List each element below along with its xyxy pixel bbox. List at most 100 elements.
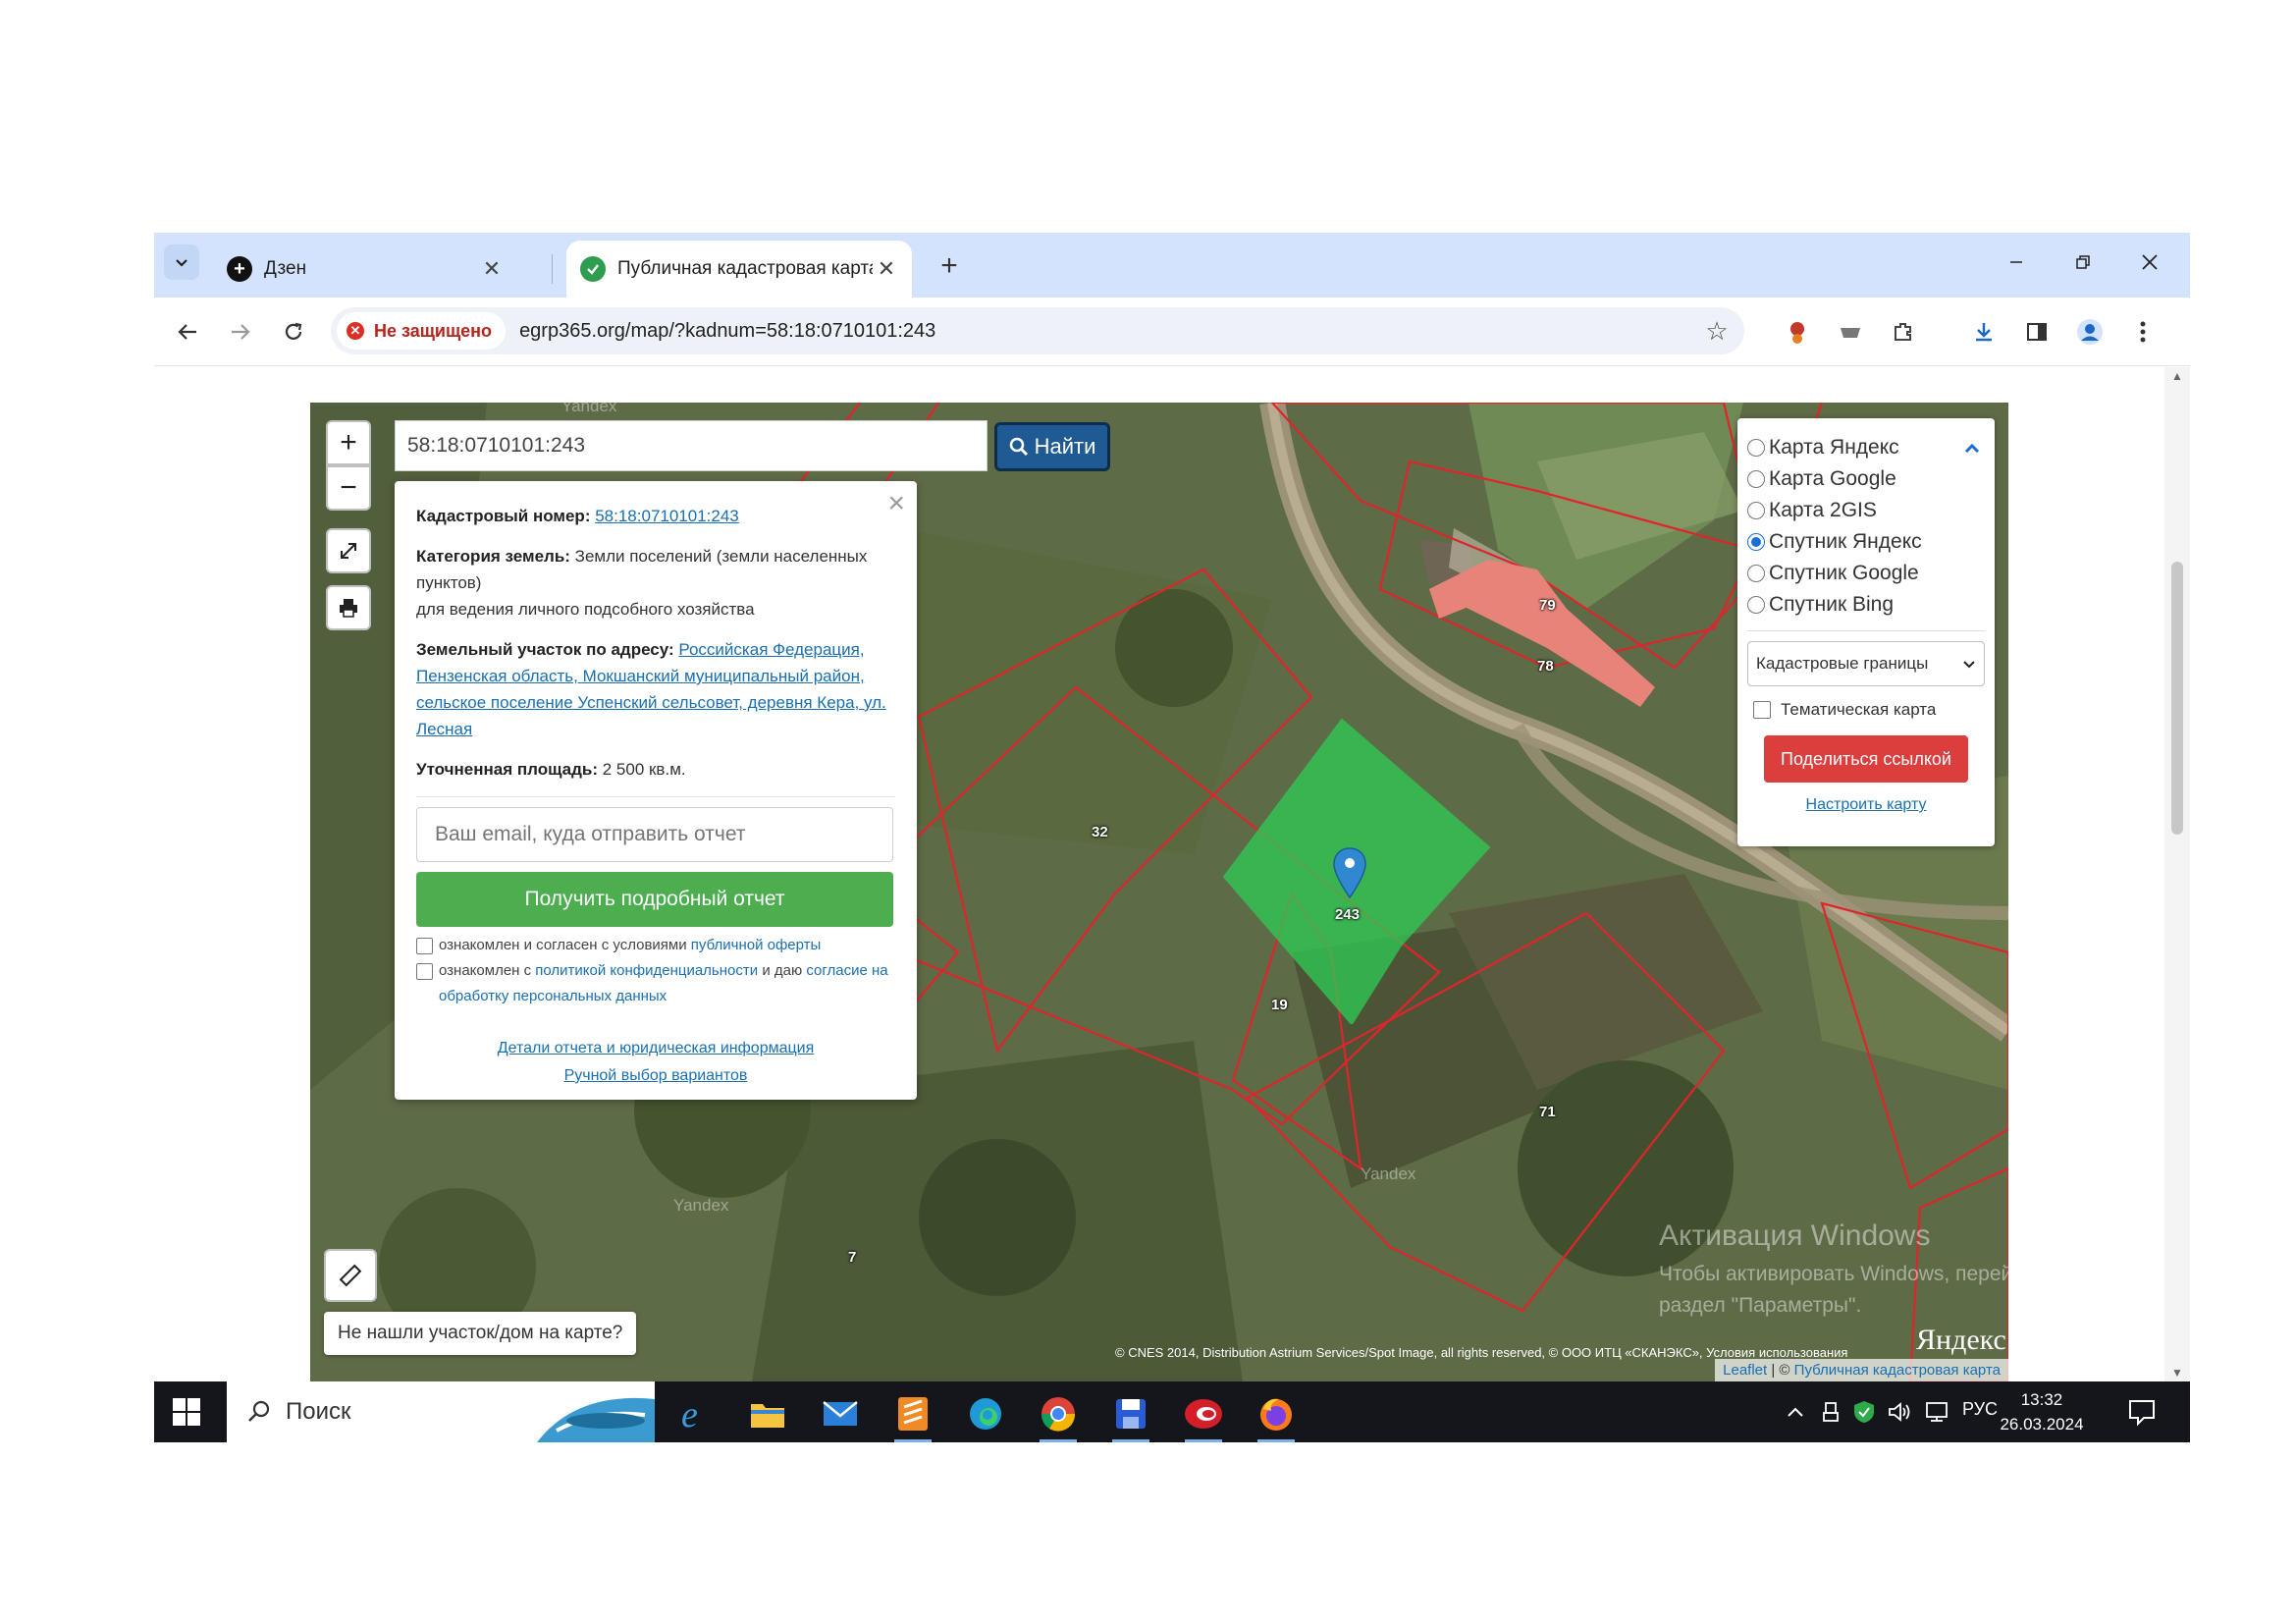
radio-button[interactable] (1747, 565, 1765, 582)
consent-offer-row: ознакомлен и согласен с условиями публич… (416, 933, 895, 958)
cadastral-search-input[interactable] (395, 420, 988, 471)
extension-icon[interactable] (1833, 314, 1868, 350)
language-indicator[interactable]: РУС (1962, 1399, 1998, 1420)
radio-button[interactable] (1747, 470, 1765, 488)
imagery-copyright: © CNES 2014, Distribution Astrium Servic… (1115, 1345, 1848, 1360)
notification-icon[interactable] (2127, 1397, 2157, 1427)
dzen-icon: + (227, 256, 252, 282)
layer-option-google-satellite[interactable]: Спутник Google (1747, 558, 1985, 589)
taskbar-edge-icon[interactable] (955, 1389, 1016, 1438)
taskbar-chrome-icon[interactable] (1028, 1389, 1089, 1442)
radio-button[interactable] (1747, 439, 1765, 457)
extension-avatar-icon[interactable] (1780, 314, 1815, 350)
configure-map-link[interactable]: Настроить карту (1747, 796, 1985, 814)
layer-option-2gis-map[interactable]: Карта 2GIS (1747, 495, 1985, 526)
chevron-up-icon[interactable] (1786, 1403, 1805, 1423)
minimize-button[interactable] (1992, 243, 2041, 282)
system-clock[interactable]: 13:32 26.03.2024 (1998, 1387, 2086, 1436)
layer-option-bing-satellite[interactable]: Спутник Bing (1747, 589, 1985, 621)
get-report-button[interactable]: Получить подробный отчет (416, 872, 893, 927)
taskbar-sublime-icon[interactable] (882, 1389, 943, 1442)
scroll-down-icon[interactable]: ▼ (2170, 1366, 2184, 1380)
forward-button[interactable] (221, 312, 260, 352)
bookmark-star-icon[interactable]: ☆ (1697, 311, 1736, 351)
layer-option-yandex-satellite[interactable]: Спутник Яндекс (1747, 526, 1985, 558)
speaker-icon[interactable] (1888, 1401, 1913, 1423)
windows-start-icon[interactable] (170, 1395, 203, 1429)
taskbar-save-icon[interactable] (1100, 1389, 1161, 1442)
back-button[interactable] (168, 312, 207, 352)
scroll-thumb[interactable] (2171, 562, 2183, 835)
privacy-policy-link[interactable]: политикой конфиденциальности (535, 962, 758, 979)
taskbar-search[interactable]: Поиск (227, 1381, 655, 1442)
ruler-icon (339, 1264, 362, 1287)
cadastral-label: Кадастровый номер: (416, 507, 591, 525)
address-bar[interactable]: ✕ Не защищено egrp365.org/map/?kadnum=58… (331, 307, 1744, 354)
tab-search-button[interactable] (164, 244, 199, 280)
restore-button[interactable] (2058, 243, 2108, 282)
not-found-button[interactable]: Не нашли участок/дом на карте? (324, 1312, 637, 1355)
thematic-checkbox[interactable] (1753, 701, 1771, 719)
yandex-watermark: Yandex (561, 403, 617, 415)
chevron-up-icon[interactable] (1963, 440, 1981, 458)
radio-button[interactable] (1747, 502, 1765, 519)
tab-dzen[interactable]: + Дзен ✕ (213, 241, 517, 298)
tab-cadastral-map[interactable]: Публичная кадастровая карта ✕ (566, 241, 912, 298)
ruler-button[interactable] (324, 1249, 377, 1302)
url-text[interactable]: egrp365.org/map/?kadnum=58:18:0710101:24… (519, 320, 1697, 343)
fullscreen-button[interactable] (326, 528, 371, 573)
layer-option-google-map[interactable]: Карта Google (1747, 463, 1985, 495)
close-icon[interactable]: ✕ (873, 255, 900, 283)
share-link-button[interactable]: Поделиться ссылкой (1764, 735, 1968, 783)
download-icon[interactable] (1966, 314, 2002, 350)
new-tab-button[interactable]: + (930, 246, 969, 286)
offer-checkbox[interactable] (416, 938, 433, 954)
layer-option-yandex-map[interactable]: Карта Яндекс (1747, 432, 1985, 463)
email-field[interactable] (416, 807, 893, 862)
thematic-map-row[interactable]: Тематическая карта (1747, 700, 1985, 720)
close-icon (2142, 254, 2158, 270)
extensions-puzzle-icon[interactable] (1886, 314, 1921, 350)
arrow-right-icon (232, 324, 250, 340)
usb-device-icon[interactable] (1821, 1401, 1841, 1423)
close-icon[interactable]: × (887, 487, 905, 520)
network-icon[interactable] (1925, 1401, 1950, 1423)
menu-kebab-icon[interactable] (2125, 314, 2161, 350)
radio-button[interactable] (1747, 596, 1765, 614)
cadastral-number-link[interactable]: 58:18:0710101:243 (595, 507, 739, 525)
zoom-out-button[interactable]: − (326, 465, 371, 511)
thematic-label: Тематическая карта (1781, 700, 1937, 719)
antivirus-icon[interactable] (1852, 1399, 1876, 1425)
land-category-row: Категория земель: Земли поселений (земли… (416, 543, 895, 623)
page-scrollbar[interactable]: ▲ ▼ (2164, 367, 2190, 1381)
taskbar-opera-icon[interactable] (1173, 1389, 1234, 1442)
taskbar-ie-icon[interactable]: e (665, 1389, 725, 1438)
leaflet-link[interactable]: Leaflet (1723, 1362, 1767, 1379)
zoom-in-button[interactable]: + (326, 420, 371, 465)
scroll-up-icon[interactable]: ▲ (2170, 369, 2184, 383)
divider (416, 796, 895, 797)
details-link[interactable]: Детали отчета и юридическая информация (416, 1035, 895, 1062)
close-icon[interactable]: ✕ (478, 255, 506, 283)
security-chip[interactable]: ✕ Не защищено (337, 312, 507, 350)
side-panel-icon[interactable] (2019, 314, 2055, 350)
reload-button[interactable] (274, 312, 313, 352)
map-pin-icon[interactable] (1331, 846, 1368, 899)
cadastral-source-link[interactable]: Публичная кадастровая карта (1794, 1362, 2001, 1379)
manual-select-link[interactable]: Ручной выбор вариантов (416, 1062, 895, 1090)
radio-button-selected[interactable] (1747, 533, 1765, 551)
privacy-checkbox[interactable] (416, 963, 433, 980)
overlay-select[interactable]: Кадастровые границы (1747, 641, 1985, 686)
activation-watermark-text: Чтобы активировать Windows, перейдите в … (1659, 1263, 2008, 1317)
taskbar-firefox-icon[interactable] (1246, 1389, 1307, 1442)
taskbar-mail-icon[interactable] (810, 1389, 871, 1438)
print-button[interactable] (326, 585, 371, 630)
close-window-button[interactable] (2125, 243, 2174, 282)
taskbar-explorer-icon[interactable] (737, 1389, 798, 1438)
parcel-info-popup: × Кадастровый номер: 58:18:0710101:243 К… (395, 481, 917, 1100)
offer-link[interactable]: публичной оферты (691, 937, 822, 953)
profile-avatar-icon[interactable] (2072, 314, 2108, 350)
map[interactable]: 79 78 32 243 19 71 7 Yandex Yandex Yande… (310, 403, 2008, 1381)
tab-title: Публичная кадастровая карта (617, 258, 873, 279)
search-button[interactable]: Найти (994, 422, 1110, 471)
